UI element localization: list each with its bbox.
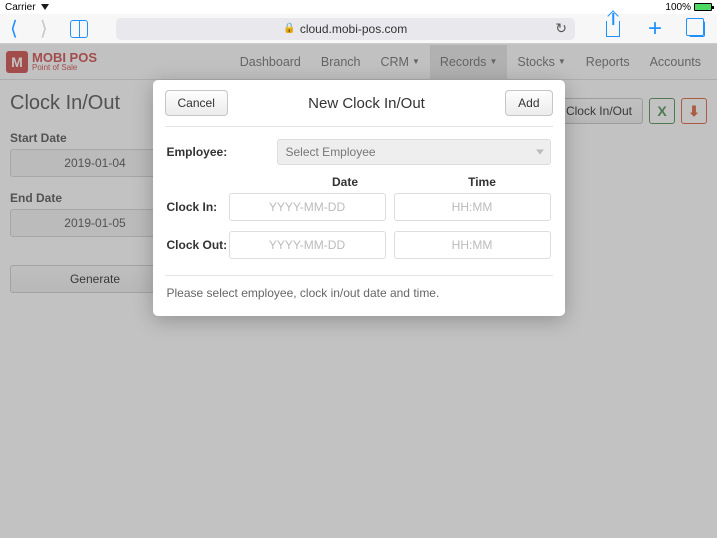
- clock-in-time-input[interactable]: [394, 193, 551, 221]
- reload-icon[interactable]: ↻: [555, 20, 567, 37]
- ios-status-bar: Carrier 100%: [0, 0, 717, 14]
- wifi-icon: [41, 4, 49, 10]
- url-field[interactable]: 🔒 cloud.mobi-pos.com ↻: [116, 18, 575, 40]
- forward-button[interactable]: ⟩: [40, 19, 48, 39]
- url-text: cloud.mobi-pos.com: [300, 22, 407, 36]
- employee-select-value: Select Employee: [286, 145, 376, 159]
- safari-toolbar: ⟨ ⟩ 🔒 cloud.mobi-pos.com ↻ +: [0, 14, 717, 44]
- clock-out-time-input[interactable]: [394, 231, 551, 259]
- carrier-label: Carrier: [5, 2, 36, 13]
- lock-icon: 🔒: [283, 23, 295, 34]
- page-content: M MOBI POS Point of Sale Dashboard Branc…: [0, 44, 717, 538]
- employee-label: Employee:: [167, 145, 277, 159]
- battery-pct: 100%: [665, 2, 691, 13]
- share-button[interactable]: [603, 19, 623, 39]
- bookmarks-icon[interactable]: [70, 20, 88, 38]
- cancel-button[interactable]: Cancel: [165, 90, 228, 116]
- tabs-icon: [689, 21, 705, 37]
- employee-select[interactable]: Select Employee: [277, 139, 551, 165]
- new-clock-modal: Cancel New Clock In/Out Add Employee: Se…: [153, 80, 565, 316]
- tabs-button[interactable]: [687, 19, 707, 39]
- modal-footer-text: Please select employee, clock in/out dat…: [153, 276, 565, 316]
- add-button[interactable]: Add: [505, 90, 552, 116]
- clock-out-date-input[interactable]: [229, 231, 386, 259]
- clock-out-label: Clock Out:: [167, 238, 229, 252]
- new-tab-button[interactable]: +: [645, 19, 665, 39]
- clock-in-date-input[interactable]: [229, 193, 386, 221]
- battery-icon: [694, 3, 712, 11]
- back-button[interactable]: ⟨: [10, 19, 18, 39]
- clock-in-label: Clock In:: [167, 200, 229, 214]
- time-header: Time: [414, 175, 551, 189]
- modal-title: New Clock In/Out: [308, 95, 425, 112]
- date-header: Date: [277, 175, 414, 189]
- share-icon: [606, 21, 620, 37]
